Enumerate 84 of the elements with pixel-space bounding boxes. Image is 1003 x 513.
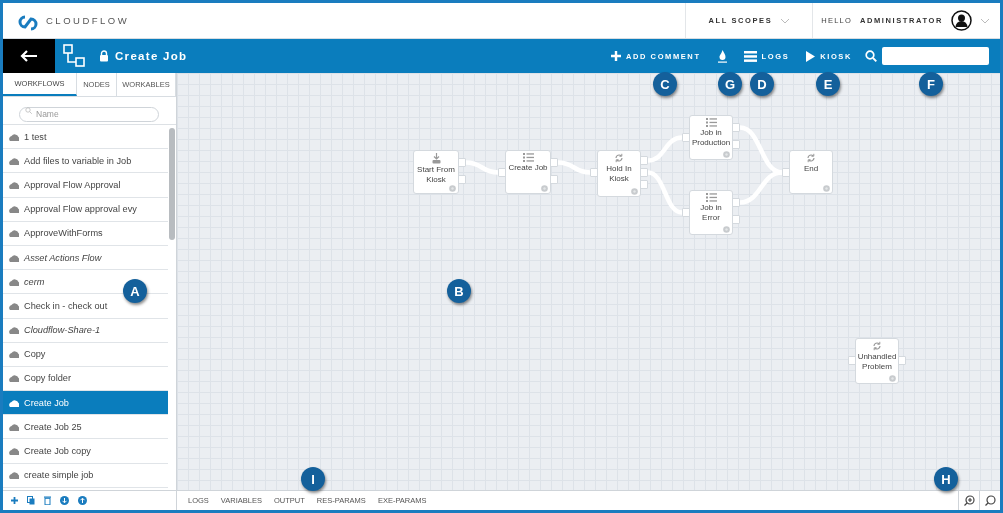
refresh-icon — [614, 153, 624, 163]
scrollbar-thumb[interactable] — [169, 128, 175, 240]
connector — [647, 170, 683, 215]
workflow-node[interactable]: Unhandled Problem — [855, 338, 899, 384]
gear-icon — [449, 185, 456, 192]
cloud-icon — [8, 204, 19, 215]
node-label: End — [802, 164, 820, 174]
refresh-icon — [872, 341, 882, 351]
plus-icon[interactable] — [11, 497, 18, 504]
cloud-icon — [8, 397, 19, 408]
connector — [647, 135, 683, 163]
list-icon — [522, 153, 534, 162]
brand-name: CLOUDFLOW — [46, 15, 130, 26]
cloud-icon — [8, 325, 19, 336]
cloud-icon — [8, 276, 19, 287]
cloud-icon — [8, 228, 19, 239]
workflow-item[interactable]: 1 test — [3, 125, 168, 150]
workflow-item[interactable]: create simple job — [3, 463, 168, 488]
workflow-item[interactable]: Approval Flow Approval — [3, 173, 168, 198]
workflow-node[interactable]: Create Job — [505, 150, 551, 194]
copy-icon[interactable] — [27, 496, 35, 505]
cloud-icon — [8, 252, 19, 263]
gear-icon — [541, 185, 548, 192]
gear-icon — [631, 188, 638, 195]
connector — [739, 170, 783, 205]
workflow-node[interactable]: Job in Error — [689, 190, 733, 235]
cloud-icon — [8, 300, 19, 311]
refresh-icon — [806, 153, 816, 163]
connector — [465, 160, 499, 175]
back-arrow-icon — [20, 50, 38, 62]
cloud-icon — [8, 349, 19, 360]
cloud-icon — [8, 470, 19, 481]
connector — [557, 160, 591, 175]
node-label: Create Job — [507, 163, 549, 173]
zoom-in-icon — [963, 495, 975, 506]
workflow-node[interactable]: End — [789, 150, 833, 194]
list-icon — [705, 118, 717, 127]
trash-icon[interactable] — [44, 496, 51, 505]
workflow-item[interactable]: ApproveWithForms — [3, 221, 168, 246]
plus-icon — [610, 51, 621, 61]
zoom-out-icon — [984, 495, 996, 506]
workflow-item[interactable]: Asset Actions Flow — [3, 245, 168, 271]
cloud-icon — [8, 421, 19, 432]
gear-icon — [723, 151, 730, 158]
workflow-item[interactable]: Cloudflow-Share-1 — [3, 318, 168, 343]
avatar-icon — [951, 10, 972, 31]
download-icon[interactable] — [60, 496, 69, 505]
search-field[interactable] — [882, 47, 989, 65]
lock-icon — [99, 50, 109, 62]
list-icon — [705, 193, 717, 202]
workflow-item[interactable]: Create Job copy — [3, 439, 168, 464]
workflow-item[interactable]: Create Job 25 — [3, 415, 168, 440]
cloud-icon — [8, 373, 19, 384]
workflow-item[interactable]: Approval Flow approval evy — [3, 197, 168, 222]
node-label: Job in Error — [699, 203, 723, 222]
node-label: Unhandled Problem — [856, 352, 898, 371]
cloud-icon — [8, 155, 19, 166]
workflow-node[interactable]: Job in Production — [689, 115, 733, 160]
chevron-down-icon — [780, 16, 791, 25]
search-field[interactable]: Name — [19, 106, 159, 122]
workflow-icon — [61, 43, 87, 69]
workflow-node[interactable]: Start From Kiosk — [413, 150, 459, 194]
workflow-item[interactable]: Copy — [3, 342, 168, 367]
workflow-node[interactable]: Hold In Kiosk — [597, 150, 641, 197]
cloud-icon — [8, 179, 19, 190]
toolbar-title: Create Job — [115, 50, 188, 62]
search-icon — [865, 50, 877, 62]
workflow-item[interactable]: Create Job — [3, 391, 168, 416]
workflow-item[interactable]: Add files to variable in Job — [3, 149, 168, 174]
node-label: Job in Production — [690, 128, 732, 147]
search-icon — [25, 107, 32, 114]
gear-icon — [823, 185, 830, 192]
back-button[interactable] — [3, 39, 55, 73]
play-icon — [806, 50, 816, 62]
cloud-icon — [8, 446, 19, 457]
cloud-icon — [8, 131, 19, 142]
gear-icon — [889, 375, 896, 382]
node-label: Start From Kiosk — [416, 165, 456, 184]
node-label: Hold In Kiosk — [605, 164, 633, 183]
gear-icon — [723, 226, 730, 233]
upload-icon[interactable] — [78, 496, 87, 505]
download-icon — [431, 153, 441, 164]
chevron-down-icon — [980, 16, 990, 25]
list-icon — [743, 50, 757, 62]
